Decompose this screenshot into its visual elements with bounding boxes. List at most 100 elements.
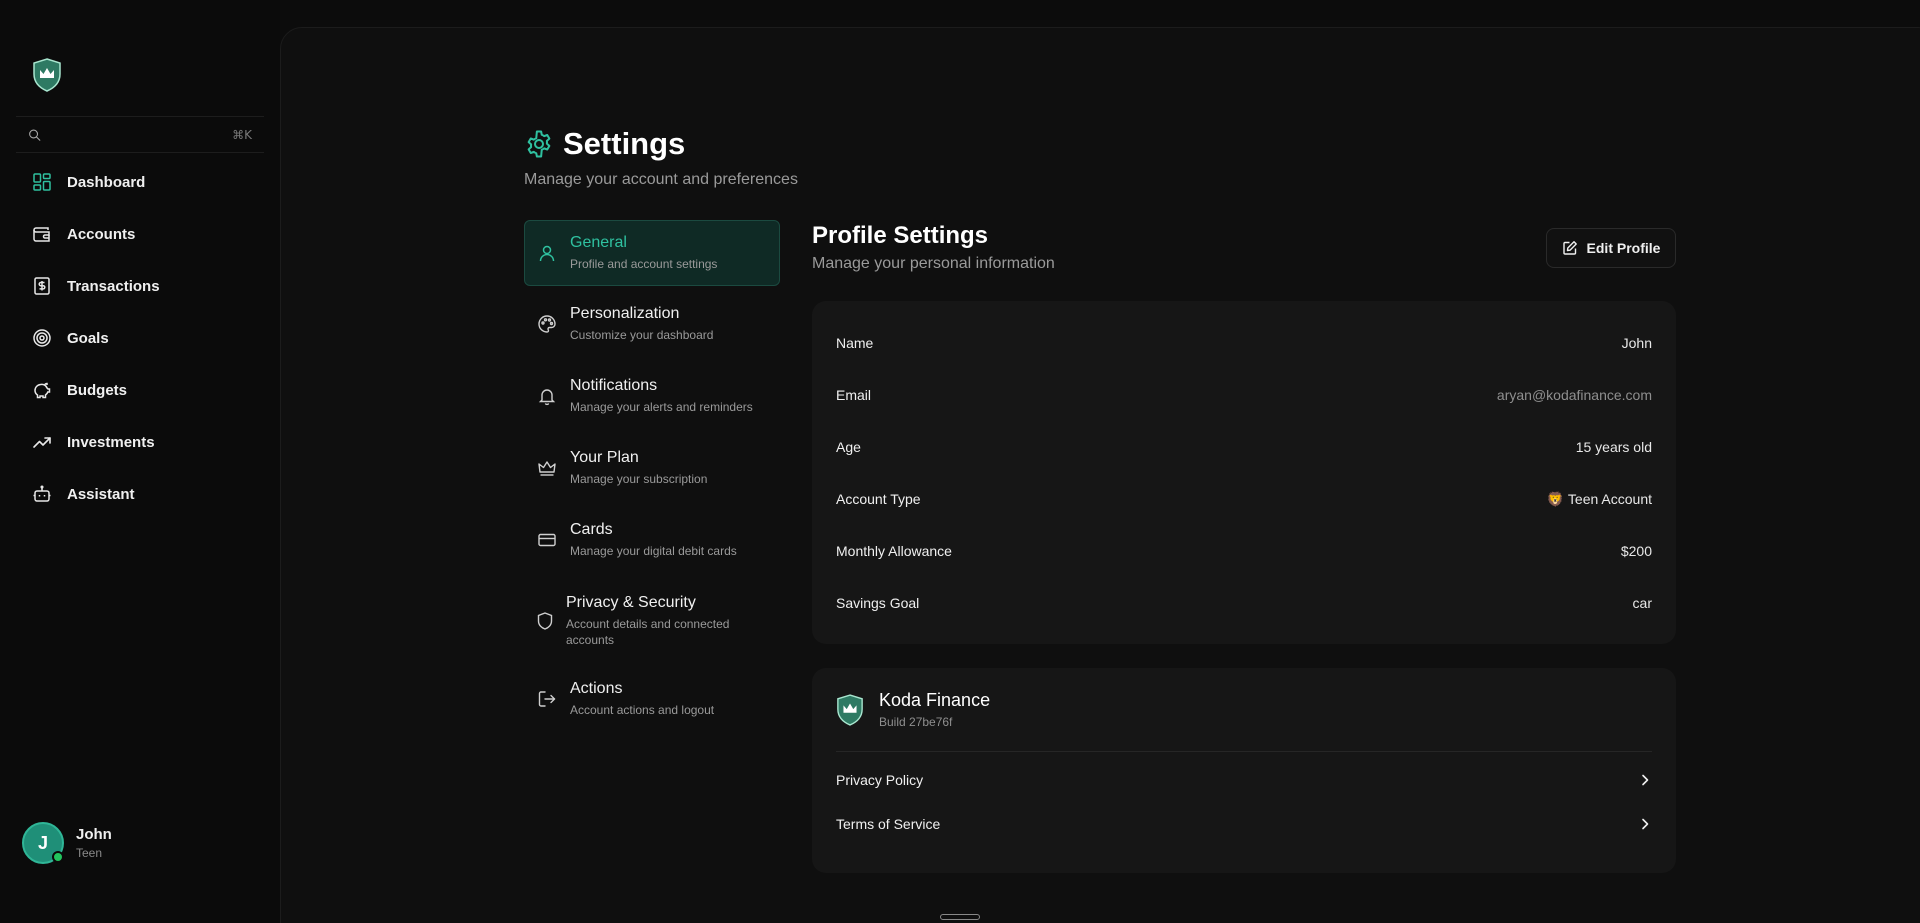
settings-tab-notifications[interactable]: Notifications Manage your alerts and rem… [524,360,780,432]
online-status-dot [52,851,64,863]
settings-tab-desc: Manage your digital debit cards [570,544,737,558]
profile-row-savings-goal: Savings Goal car [836,577,1652,629]
sidebar-item-accounts[interactable]: Accounts [20,208,268,260]
sidebar-item-label: Goals [67,329,109,347]
user-role: Teen [76,846,103,860]
row-label: Email [836,387,872,403]
bot-icon [33,485,51,502]
palette-icon [538,315,556,333]
section-title: Profile Settings [812,222,989,249]
settings-tab-label: Your Plan [570,449,639,466]
logout-icon [538,691,556,707]
edit-profile-button[interactable]: Edit Profile [1546,228,1676,268]
sidebar-item-label: Budgets [67,381,127,399]
scroll-handle[interactable] [940,914,980,920]
settings-tab-label: Personalization [570,305,680,322]
user-icon [539,245,555,262]
settings-nav: General Profile and account settings Per… [524,220,780,732]
bell-icon [538,389,556,406]
settings-tab-your-plan[interactable]: Your Plan Manage your subscription [524,432,780,504]
shield-icon [537,612,553,630]
sidebar: ⌘K Dashboard Accounts Transactions Goals… [0,0,280,923]
crown-icon [538,461,556,476]
search-icon [29,129,41,141]
build-id: Build 27be76f [879,715,953,729]
row-label: Savings Goal [836,595,920,611]
trending-up-icon [33,437,51,448]
row-value: car [1632,595,1652,611]
settings-tab-privacy-security[interactable]: Privacy & Security Account details and c… [524,576,780,666]
row-value: 🦁 Teen Account [1546,490,1652,507]
sidebar-item-label: Dashboard [67,173,146,191]
settings-tab-personalization[interactable]: Personalization Customize your dashboard [524,288,780,360]
credit-card-icon [538,533,556,547]
page-subtitle: Manage your account and preferences [524,171,798,188]
sidebar-item-goals[interactable]: Goals [20,312,268,364]
avatar-initial: J [37,832,48,853]
section-subtitle: Manage your personal information [812,255,1055,272]
settings-tab-cards[interactable]: Cards Manage your digital debit cards [524,504,780,576]
page-title: Settings [563,126,686,161]
row-label: Age [836,439,861,455]
sidebar-nav: Dashboard Accounts Transactions Goals Bu… [20,156,268,520]
profile-header: Profile Settings Manage your personal in… [812,222,1055,273]
row-value: $200 [1620,543,1652,559]
page-header: Settings Manage your account and prefere… [524,126,798,189]
chevron-right-icon [1642,774,1649,786]
link-label: Privacy Policy [836,772,924,788]
avatar[interactable]: J [22,822,64,864]
row-value: aryan@kodafinance.com [1496,387,1652,403]
settings-tab-label: Cards [570,521,613,538]
search-bar[interactable]: ⌘K [16,116,264,153]
edit-icon [1562,241,1577,255]
sidebar-item-assistant[interactable]: Assistant [20,468,268,520]
profile-row-name: Name John [836,317,1652,369]
gear-icon [527,130,551,158]
sidebar-item-dashboard[interactable]: Dashboard [20,156,268,208]
settings-tab-desc: Account actions and logout [570,703,715,717]
sidebar-item-label: Transactions [67,277,160,295]
profile-row-account-type: Account Type 🦁 Teen Account [836,473,1652,525]
row-value: 15 years old [1575,439,1652,455]
profile-row-email: Email aryan@kodafinance.com [836,369,1652,421]
settings-tab-label: General [570,234,627,251]
edit-profile-label: Edit Profile [1586,240,1661,256]
settings-tab-label: Privacy & Security [566,594,696,611]
row-label: Monthly Allowance [836,543,952,559]
search-shortcut: ⌘K [232,127,252,142]
profile-row-monthly-allowance: Monthly Allowance $200 [836,525,1652,577]
chevron-right-icon [1642,818,1649,830]
terms-of-service-link[interactable]: Terms of Service [836,802,1652,846]
search-input[interactable] [51,126,233,143]
dashboard-icon [33,173,51,191]
settings-tab-desc: Profile and account settings [570,257,718,271]
sidebar-item-budgets[interactable]: Budgets [20,364,268,416]
sidebar-item-transactions[interactable]: Transactions [20,260,268,312]
profile-row-age: Age 15 years old [836,421,1652,473]
sidebar-item-label: Assistant [67,485,135,503]
app-name: Koda Finance [879,690,991,710]
piggy-bank-icon [34,382,51,399]
settings-tab-general[interactable]: General Profile and account settings [524,220,780,286]
settings-tab-desc: Manage your subscription [570,472,708,486]
settings-tab-desc: Manage your alerts and reminders [570,400,753,414]
koda-shield-logo[interactable] [32,58,62,92]
koda-shield-logo [837,693,863,726]
app-brand: Koda Finance Build 27be76f [836,668,1652,752]
settings-tab-label: Notifications [570,377,658,394]
settings-tab-desc: Customize your dashboard [570,328,714,342]
sidebar-item-label: Accounts [67,225,136,243]
settings-tab-actions[interactable]: Actions Account actions and logout [524,666,780,732]
link-label: Terms of Service [836,816,941,832]
receipt-icon [34,277,50,295]
row-label: Name [836,335,874,351]
profile-card: Name John Email aryan@kodafinance.com Ag… [812,301,1676,644]
settings-tab-desc: Account details and connected accounts [566,617,730,647]
row-value: John [1621,335,1652,351]
row-label: Account Type [836,491,921,507]
sidebar-item-investments[interactable]: Investments [20,416,268,468]
privacy-policy-link[interactable]: Privacy Policy [836,758,1652,802]
user-profile[interactable]: J John Teen [22,822,112,864]
sidebar-item-label: Investments [67,433,155,451]
target-icon [33,329,51,347]
